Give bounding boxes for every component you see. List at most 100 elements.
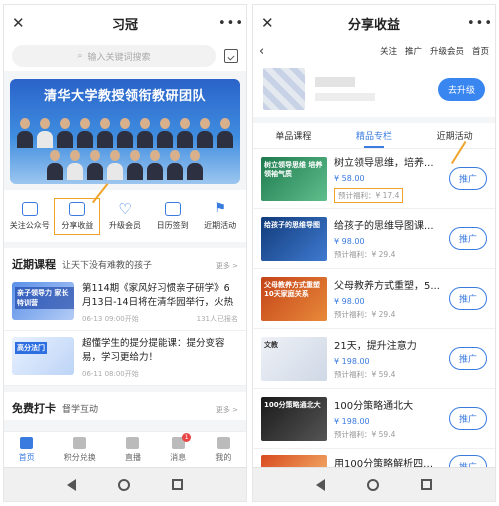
tab-home[interactable]: 首页: [19, 436, 35, 463]
product-thumbnail: 100分策略通北大: [261, 396, 327, 441]
product-price: ¥ 198.00: [334, 357, 370, 366]
product-title: 100分策略通北大: [334, 401, 414, 412]
more-link[interactable]: 更多 >: [216, 405, 238, 415]
avatar: [263, 68, 305, 110]
message-badge: 1: [182, 432, 192, 442]
top-bar: ✕ 习冠 •••: [4, 5, 246, 41]
live-icon: [126, 436, 140, 449]
back-icon[interactable]: [67, 478, 76, 491]
recents-icon[interactable]: [172, 479, 183, 490]
category-tabs: 单品课程 精品专栏 近期活动: [253, 123, 495, 149]
quick-menu: 关注公众号 分享收益 ♡ 升级会员 日历签到 ⚑ 近期活动: [4, 190, 246, 242]
more-link[interactable]: 更多 >: [216, 261, 238, 271]
estimated-earning: 预计福利：¥ 59.4: [334, 430, 396, 439]
product-item[interactable]: 树立领导思维 培养领袖气质 树立领导思维，培养... ¥ 58.00 预计福利：…: [253, 149, 495, 209]
course-title: 第114期《家风好习惯亲子研学》6月13日-14日将在清华园举行，火热报...: [82, 283, 234, 308]
course-date: 06-13 09:00开始: [82, 315, 139, 323]
account-icon: [21, 201, 38, 216]
product-price: ¥ 98.00: [334, 297, 365, 306]
close-icon[interactable]: ✕: [12, 14, 32, 32]
home-icon: [20, 436, 34, 449]
quick-upgrade-member[interactable]: ♡ 升级会员: [102, 199, 148, 231]
calendar-icon[interactable]: [224, 49, 238, 63]
quick-recent-events[interactable]: ⚑ 近期活动: [197, 200, 243, 231]
section-title: 近期课程: [12, 258, 56, 271]
home-button-icon[interactable]: [118, 478, 130, 491]
product-title: 21天，提升注意力: [334, 341, 417, 352]
tab-messages[interactable]: 1 消息: [170, 432, 192, 463]
product-price: ¥ 98.00: [334, 237, 365, 246]
more-icon[interactable]: •••: [467, 16, 492, 31]
top-bar: ✕ 分享收益 •••: [253, 5, 495, 41]
gift-icon: [69, 201, 86, 216]
quick-follow-account[interactable]: 关注公众号: [7, 201, 53, 231]
page-title: 分享收益: [347, 17, 400, 33]
tab-recent-events[interactable]: 近期活动: [435, 123, 475, 148]
left-screen: ✕ 习冠 ••• ⌕ 输入关键词搜索 清华大学教授领衔教研团队 关注公众号 分享…: [3, 4, 247, 502]
banner[interactable]: 清华大学教授领衔教研团队: [10, 79, 240, 184]
search-icon: ⌕: [77, 51, 83, 61]
section-title: 免费打卡: [12, 402, 56, 415]
nav-promote[interactable]: 推广: [405, 45, 422, 57]
product-title: 父母教养方式重塑，5...: [334, 281, 440, 292]
heart-icon: ♡: [118, 199, 132, 218]
back-icon[interactable]: [316, 478, 325, 491]
product-list: 树立领导思维 培养领袖气质 树立领导思维，培养... ¥ 58.00 预计福利：…: [253, 149, 495, 485]
search-placeholder: 输入关键词搜索: [87, 52, 151, 63]
nav-home[interactable]: 首页: [472, 45, 489, 57]
promote-button[interactable]: 推广: [448, 167, 487, 190]
upgrade-button[interactable]: 去升级: [437, 77, 485, 101]
tab-live[interactable]: 直播: [125, 436, 141, 463]
tab-single-course[interactable]: 单品课程: [273, 123, 313, 148]
system-nav-bar: [4, 467, 246, 501]
product-item[interactable]: 100分策略通北大 100分策略通北大 ¥ 198.00 预计福利：¥ 59.4…: [253, 389, 495, 449]
course-item[interactable]: 高分法门 超懂学生的提分提能课：提分变容易，学习更给力！ 06-11 08:00…: [4, 331, 246, 386]
banner-title: 清华大学教授领衔教研团队: [43, 89, 206, 104]
recents-icon[interactable]: [421, 479, 432, 490]
profile-card: 去升级: [253, 61, 495, 117]
profile-info-blurred: [315, 77, 428, 101]
promote-button[interactable]: 推广: [448, 287, 487, 310]
nav-follow[interactable]: 关注: [380, 45, 397, 57]
page-title: 习冠: [111, 17, 138, 33]
product-item[interactable]: 文教 21天，提升注意力 ¥ 198.00 预计福利：¥ 59.4 推广: [253, 329, 495, 389]
close-icon[interactable]: ✕: [261, 14, 281, 32]
course-date: 06-11 08:00开始: [82, 370, 139, 378]
product-price: ¥ 58.00: [334, 174, 365, 183]
course-title: 超懂学生的提分提能课：提分变容易，学习更给力！: [82, 338, 225, 363]
nav-upgrade[interactable]: 升级会员: [430, 45, 464, 57]
promote-button[interactable]: 推广: [448, 227, 487, 250]
course-thumbnail: 亲子领导力 家长特训营: [12, 282, 74, 320]
estimated-earning: 预计福利：¥ 29.4: [334, 310, 396, 319]
product-thumbnail: 文教: [261, 336, 327, 381]
product-thumbnail: 树立领导思维 培养领袖气质: [261, 156, 327, 201]
course-item[interactable]: 亲子领导力 家长特训营 第114期《家风好习惯亲子研学》6月13日-14日将在清…: [4, 276, 246, 331]
product-item[interactable]: 父母教养方式重塑 10天家庭关系 父母教养方式重塑，5... ¥ 98.00 预…: [253, 269, 495, 329]
tab-points[interactable]: 积分兑换: [64, 436, 96, 463]
search-row: ⌕ 输入关键词搜索: [4, 41, 246, 71]
more-icon[interactable]: •••: [218, 16, 243, 31]
estimated-earning: 预计福利：¥ 17.4: [334, 188, 404, 203]
estimated-earning: 预计福利：¥ 29.4: [334, 250, 396, 259]
product-thumbnail: 给孩子的思维导图: [261, 216, 327, 261]
product-item[interactable]: 给孩子的思维导图 给孩子的思维导图课... ¥ 98.00 预计福利：¥ 29.…: [253, 209, 495, 269]
back-arrow-icon[interactable]: ‹: [259, 44, 372, 59]
product-title: 给孩子的思维导图课...: [334, 221, 434, 232]
course-count: 131人已报名: [196, 315, 238, 323]
search-input[interactable]: ⌕ 输入关键词搜索: [12, 45, 216, 67]
promote-button[interactable]: 推广: [448, 407, 487, 430]
banner-photo: [16, 118, 234, 180]
system-nav-bar: [253, 467, 495, 501]
tab-premium-column[interactable]: 精品专栏: [354, 123, 394, 148]
bottom-tab-bar: 首页 积分兑换 直播 1 消息 我的: [4, 431, 246, 467]
calendar-check-icon: [164, 201, 181, 216]
quick-calendar-checkin[interactable]: 日历签到: [150, 201, 196, 231]
section-subtitle: 让天下没有难教的孩子: [62, 261, 153, 271]
promote-button[interactable]: 推广: [448, 347, 487, 370]
tab-me[interactable]: 我的: [215, 436, 231, 463]
quick-share-earnings[interactable]: 分享收益: [54, 197, 101, 235]
flag-icon: ⚑: [214, 200, 226, 216]
home-button-icon[interactable]: [367, 478, 379, 491]
product-price: ¥ 198.00: [334, 417, 370, 426]
product-title: 树立领导思维，培养...: [334, 158, 434, 169]
